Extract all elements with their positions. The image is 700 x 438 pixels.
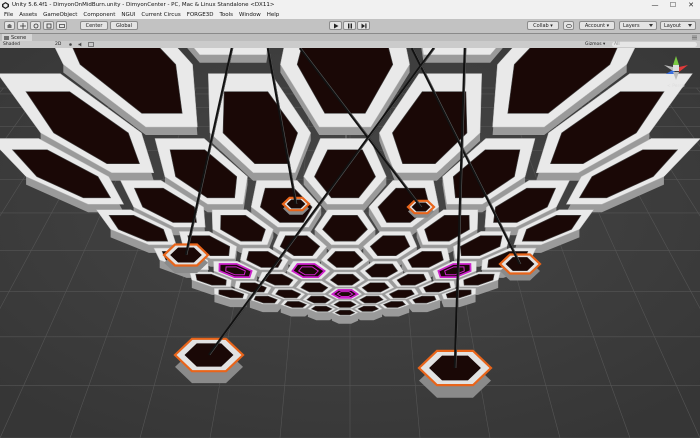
scene-icon bbox=[4, 35, 9, 40]
mode-2d-toggle[interactable]: 2D bbox=[55, 41, 65, 48]
scene-tab-row: Scene bbox=[0, 34, 700, 41]
space-global-label: Global bbox=[116, 22, 132, 29]
persp-label[interactable]: < Persp bbox=[667, 84, 685, 89]
play-icon bbox=[333, 23, 338, 28]
menu-help[interactable]: Help bbox=[267, 12, 280, 18]
collab-dropdown[interactable]: Collab ▾ bbox=[527, 21, 559, 30]
window-titlebar: Unity 5.6.4f1 - DimyonOnMidBurn.unity - … bbox=[0, 0, 700, 10]
scale-tool-button[interactable] bbox=[43, 21, 54, 30]
account-dropdown[interactable]: Account ▾ bbox=[579, 21, 615, 30]
layers-dropdown[interactable]: Layers bbox=[619, 21, 657, 30]
layers-label: Layers bbox=[623, 22, 640, 29]
menu-window[interactable]: Window bbox=[239, 12, 261, 18]
gizmos-dropdown[interactable]: Gizmos ▾ bbox=[585, 41, 611, 48]
menu-forge3d[interactable]: FORGE3D bbox=[187, 12, 214, 18]
layout-dropdown[interactable]: Layout bbox=[660, 21, 696, 30]
scale-icon bbox=[46, 23, 51, 28]
main-toolbar: Center Global Collab ▾ Account ▾ Layers … bbox=[0, 19, 700, 34]
panel-menu-icon[interactable] bbox=[692, 35, 697, 40]
pause-icon bbox=[347, 23, 352, 28]
tab-scene[interactable]: Scene bbox=[2, 34, 32, 41]
menu-assets[interactable]: Assets bbox=[19, 12, 37, 18]
lighting-toggle[interactable] bbox=[68, 41, 75, 48]
menu-component[interactable]: Component bbox=[83, 12, 115, 18]
sun-icon bbox=[69, 43, 72, 46]
scene-tab-label: Scene bbox=[11, 34, 27, 41]
menu-gameobject[interactable]: GameObject bbox=[43, 12, 77, 18]
menu-tools[interactable]: Tools bbox=[219, 12, 233, 18]
gizmos-label: Gizmos ▾ bbox=[585, 42, 606, 47]
shading-mode-value: Shaded bbox=[3, 42, 20, 47]
menu-current-circus[interactable]: Current Circus bbox=[141, 12, 180, 18]
layout-label: Layout bbox=[664, 22, 681, 29]
scene-search-input[interactable]: All bbox=[612, 42, 697, 47]
play-button[interactable] bbox=[329, 21, 342, 30]
audio-toggle[interactable] bbox=[78, 41, 85, 48]
scene-viewport[interactable]: < Persp bbox=[0, 48, 700, 438]
rotate-tool-button[interactable] bbox=[30, 21, 41, 30]
step-button[interactable] bbox=[357, 21, 370, 30]
scene-search-placeholder: All bbox=[614, 42, 620, 47]
close-button[interactable]: ✕ bbox=[682, 0, 700, 10]
rotate-icon bbox=[33, 23, 38, 28]
hex-cell bbox=[333, 301, 357, 308]
account-label: Account ▾ bbox=[584, 22, 610, 29]
menu-ngui[interactable]: NGUI bbox=[121, 12, 135, 18]
pause-button[interactable] bbox=[343, 21, 356, 30]
space-global-toggle[interactable]: Global bbox=[110, 21, 138, 30]
window-controls: — ☐ ✕ bbox=[646, 0, 700, 10]
pivot-center-toggle[interactable]: Center bbox=[80, 21, 108, 30]
scene-view-canvas[interactable] bbox=[0, 48, 700, 438]
move-icon bbox=[19, 22, 26, 29]
step-icon bbox=[361, 23, 366, 28]
maximize-button[interactable]: ☐ bbox=[664, 0, 682, 10]
cloud-icon bbox=[565, 24, 572, 28]
image-icon bbox=[88, 42, 94, 47]
pivot-center-label: Center bbox=[85, 22, 103, 29]
cloud-button[interactable] bbox=[563, 21, 574, 30]
hand-icon bbox=[7, 23, 11, 28]
mode-2d-label: 2D bbox=[55, 42, 62, 47]
shading-mode-dropdown[interactable]: Shaded bbox=[3, 41, 48, 48]
unity-logo-icon bbox=[2, 1, 9, 9]
menu-file[interactable]: File bbox=[4, 12, 13, 18]
hex-cell bbox=[334, 309, 356, 316]
speaker-icon bbox=[78, 42, 82, 47]
rect-tool-icon bbox=[58, 23, 65, 28]
move-tool-button[interactable] bbox=[17, 21, 28, 30]
collab-label: Collab ▾ bbox=[533, 22, 553, 29]
gizmo-center-cube[interactable] bbox=[673, 65, 679, 71]
chevron-down-icon bbox=[688, 24, 692, 27]
rect-tool-button[interactable] bbox=[56, 21, 67, 30]
chevron-down-icon bbox=[649, 24, 653, 27]
minimize-button[interactable]: — bbox=[646, 0, 664, 10]
window-title: Unity 5.6.4f1 - DimyonOnMidBurn.unity - … bbox=[12, 2, 275, 8]
effects-dropdown[interactable] bbox=[88, 41, 100, 48]
hand-tool-button[interactable] bbox=[4, 21, 15, 30]
